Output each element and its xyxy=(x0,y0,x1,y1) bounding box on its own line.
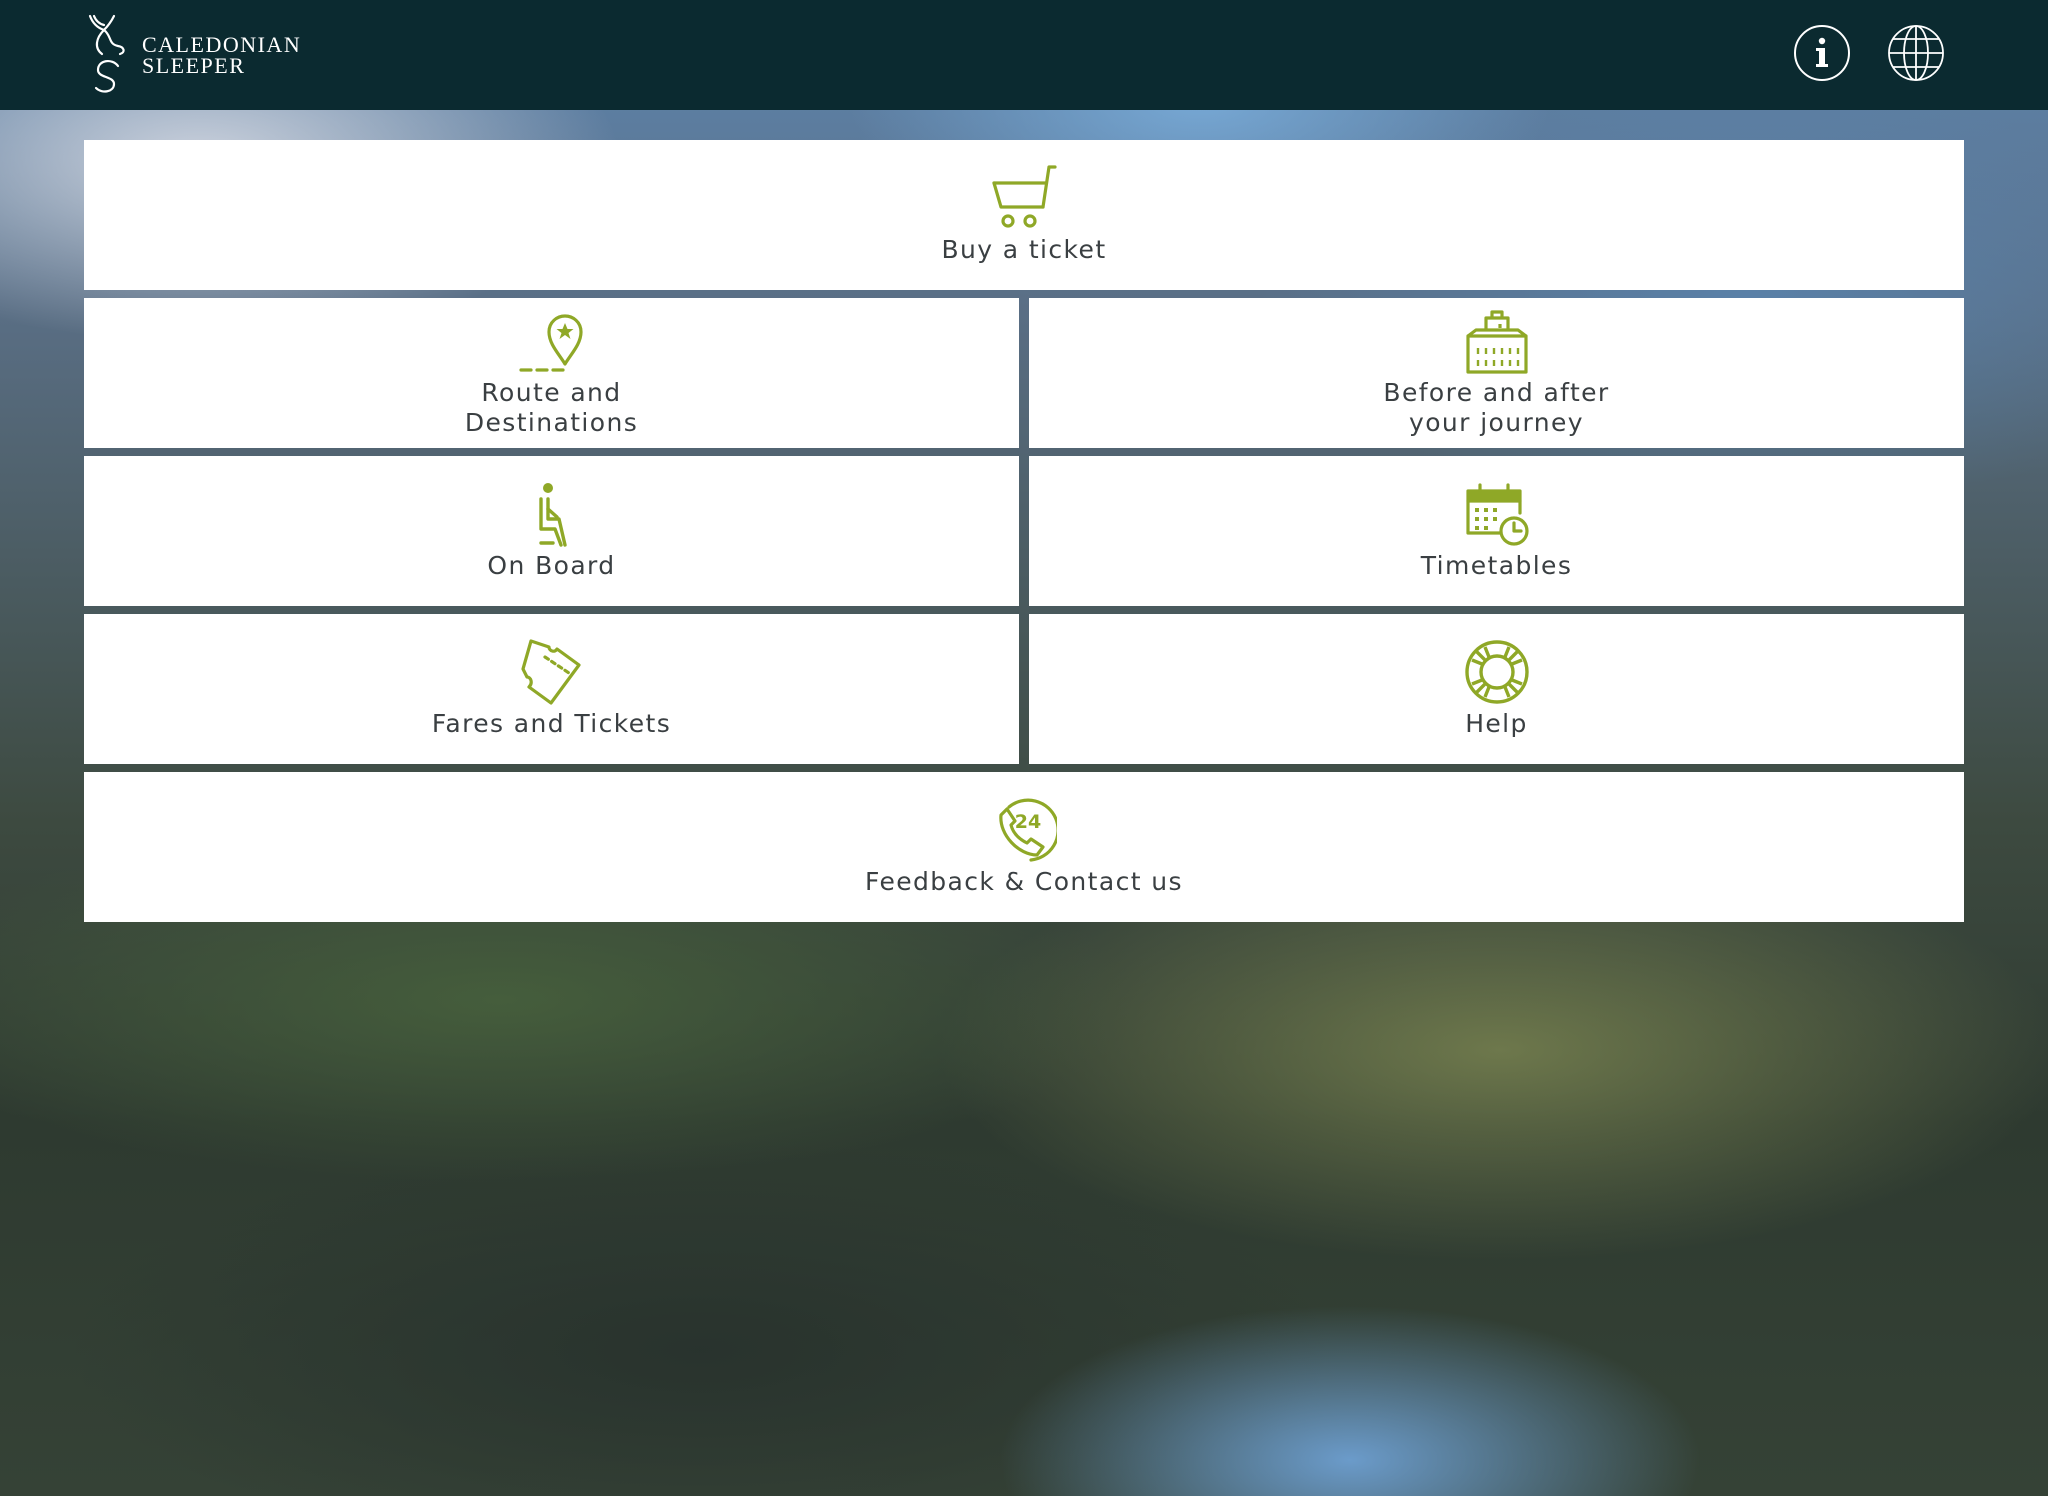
app-root: CALEDONIAN SLEEPER Buy a ticket Route an… xyxy=(0,0,2048,1496)
logo-text: CALEDONIAN SLEEPER xyxy=(142,32,302,78)
info-button[interactable] xyxy=(1793,24,1851,82)
timetables-tile[interactable]: Timetables xyxy=(1029,456,1964,606)
help-tile[interactable]: Help xyxy=(1029,614,1964,764)
fares-tickets-label: Fares and Tickets xyxy=(431,709,672,738)
building-icon xyxy=(1465,310,1528,374)
before-after-label-line-2: your journey xyxy=(1409,408,1584,437)
route-label-line-1: Route and xyxy=(481,378,622,407)
on-board-label: On Board xyxy=(487,551,616,580)
cart-icon xyxy=(992,165,1057,228)
lifebuoy-icon xyxy=(1464,640,1529,704)
before-after-journey-label: Before and after your journey xyxy=(1383,378,1609,438)
feedback-contact-label: Feedback & Contact us xyxy=(865,867,1183,896)
logo-line-1: CALEDONIAN xyxy=(142,32,302,57)
on-board-tile[interactable]: On Board xyxy=(84,456,1019,606)
route-label-line-2: Destinations xyxy=(464,408,639,437)
top-header: CALEDONIAN SLEEPER xyxy=(0,0,2048,110)
map-pin-icon xyxy=(518,314,583,372)
phone-24-badge: 24 xyxy=(1015,811,1041,833)
feedback-contact-tile[interactable]: 24 Feedback & Contact us xyxy=(84,772,1964,922)
stag-s-logo-icon xyxy=(88,14,125,93)
route-destinations-label: Route and Destinations xyxy=(465,378,638,438)
route-destinations-tile[interactable]: Route and Destinations xyxy=(84,298,1019,448)
timetables-label: Timetables xyxy=(1420,551,1573,580)
calendar-clock-icon xyxy=(1465,483,1529,546)
fares-tickets-tile[interactable]: Fares and Tickets xyxy=(84,614,1019,764)
buy-ticket-tile[interactable]: Buy a ticket xyxy=(84,140,1964,290)
before-after-label-line-1: Before and after xyxy=(1383,378,1610,407)
info-icon xyxy=(1794,25,1850,81)
help-label: Help xyxy=(1465,709,1528,738)
before-after-journey-tile[interactable]: Before and after your journey xyxy=(1029,298,1964,448)
logo-line-2: SLEEPER xyxy=(142,53,246,78)
phone-24-icon: 24 xyxy=(999,798,1057,862)
seated-person-icon xyxy=(538,483,567,547)
ticket-icon xyxy=(520,639,581,705)
language-button[interactable] xyxy=(1887,24,1945,82)
brand-logo[interactable]: CALEDONIAN SLEEPER xyxy=(84,14,301,96)
buy-ticket-label: Buy a ticket xyxy=(941,235,1107,264)
globe-icon xyxy=(1888,25,1944,81)
